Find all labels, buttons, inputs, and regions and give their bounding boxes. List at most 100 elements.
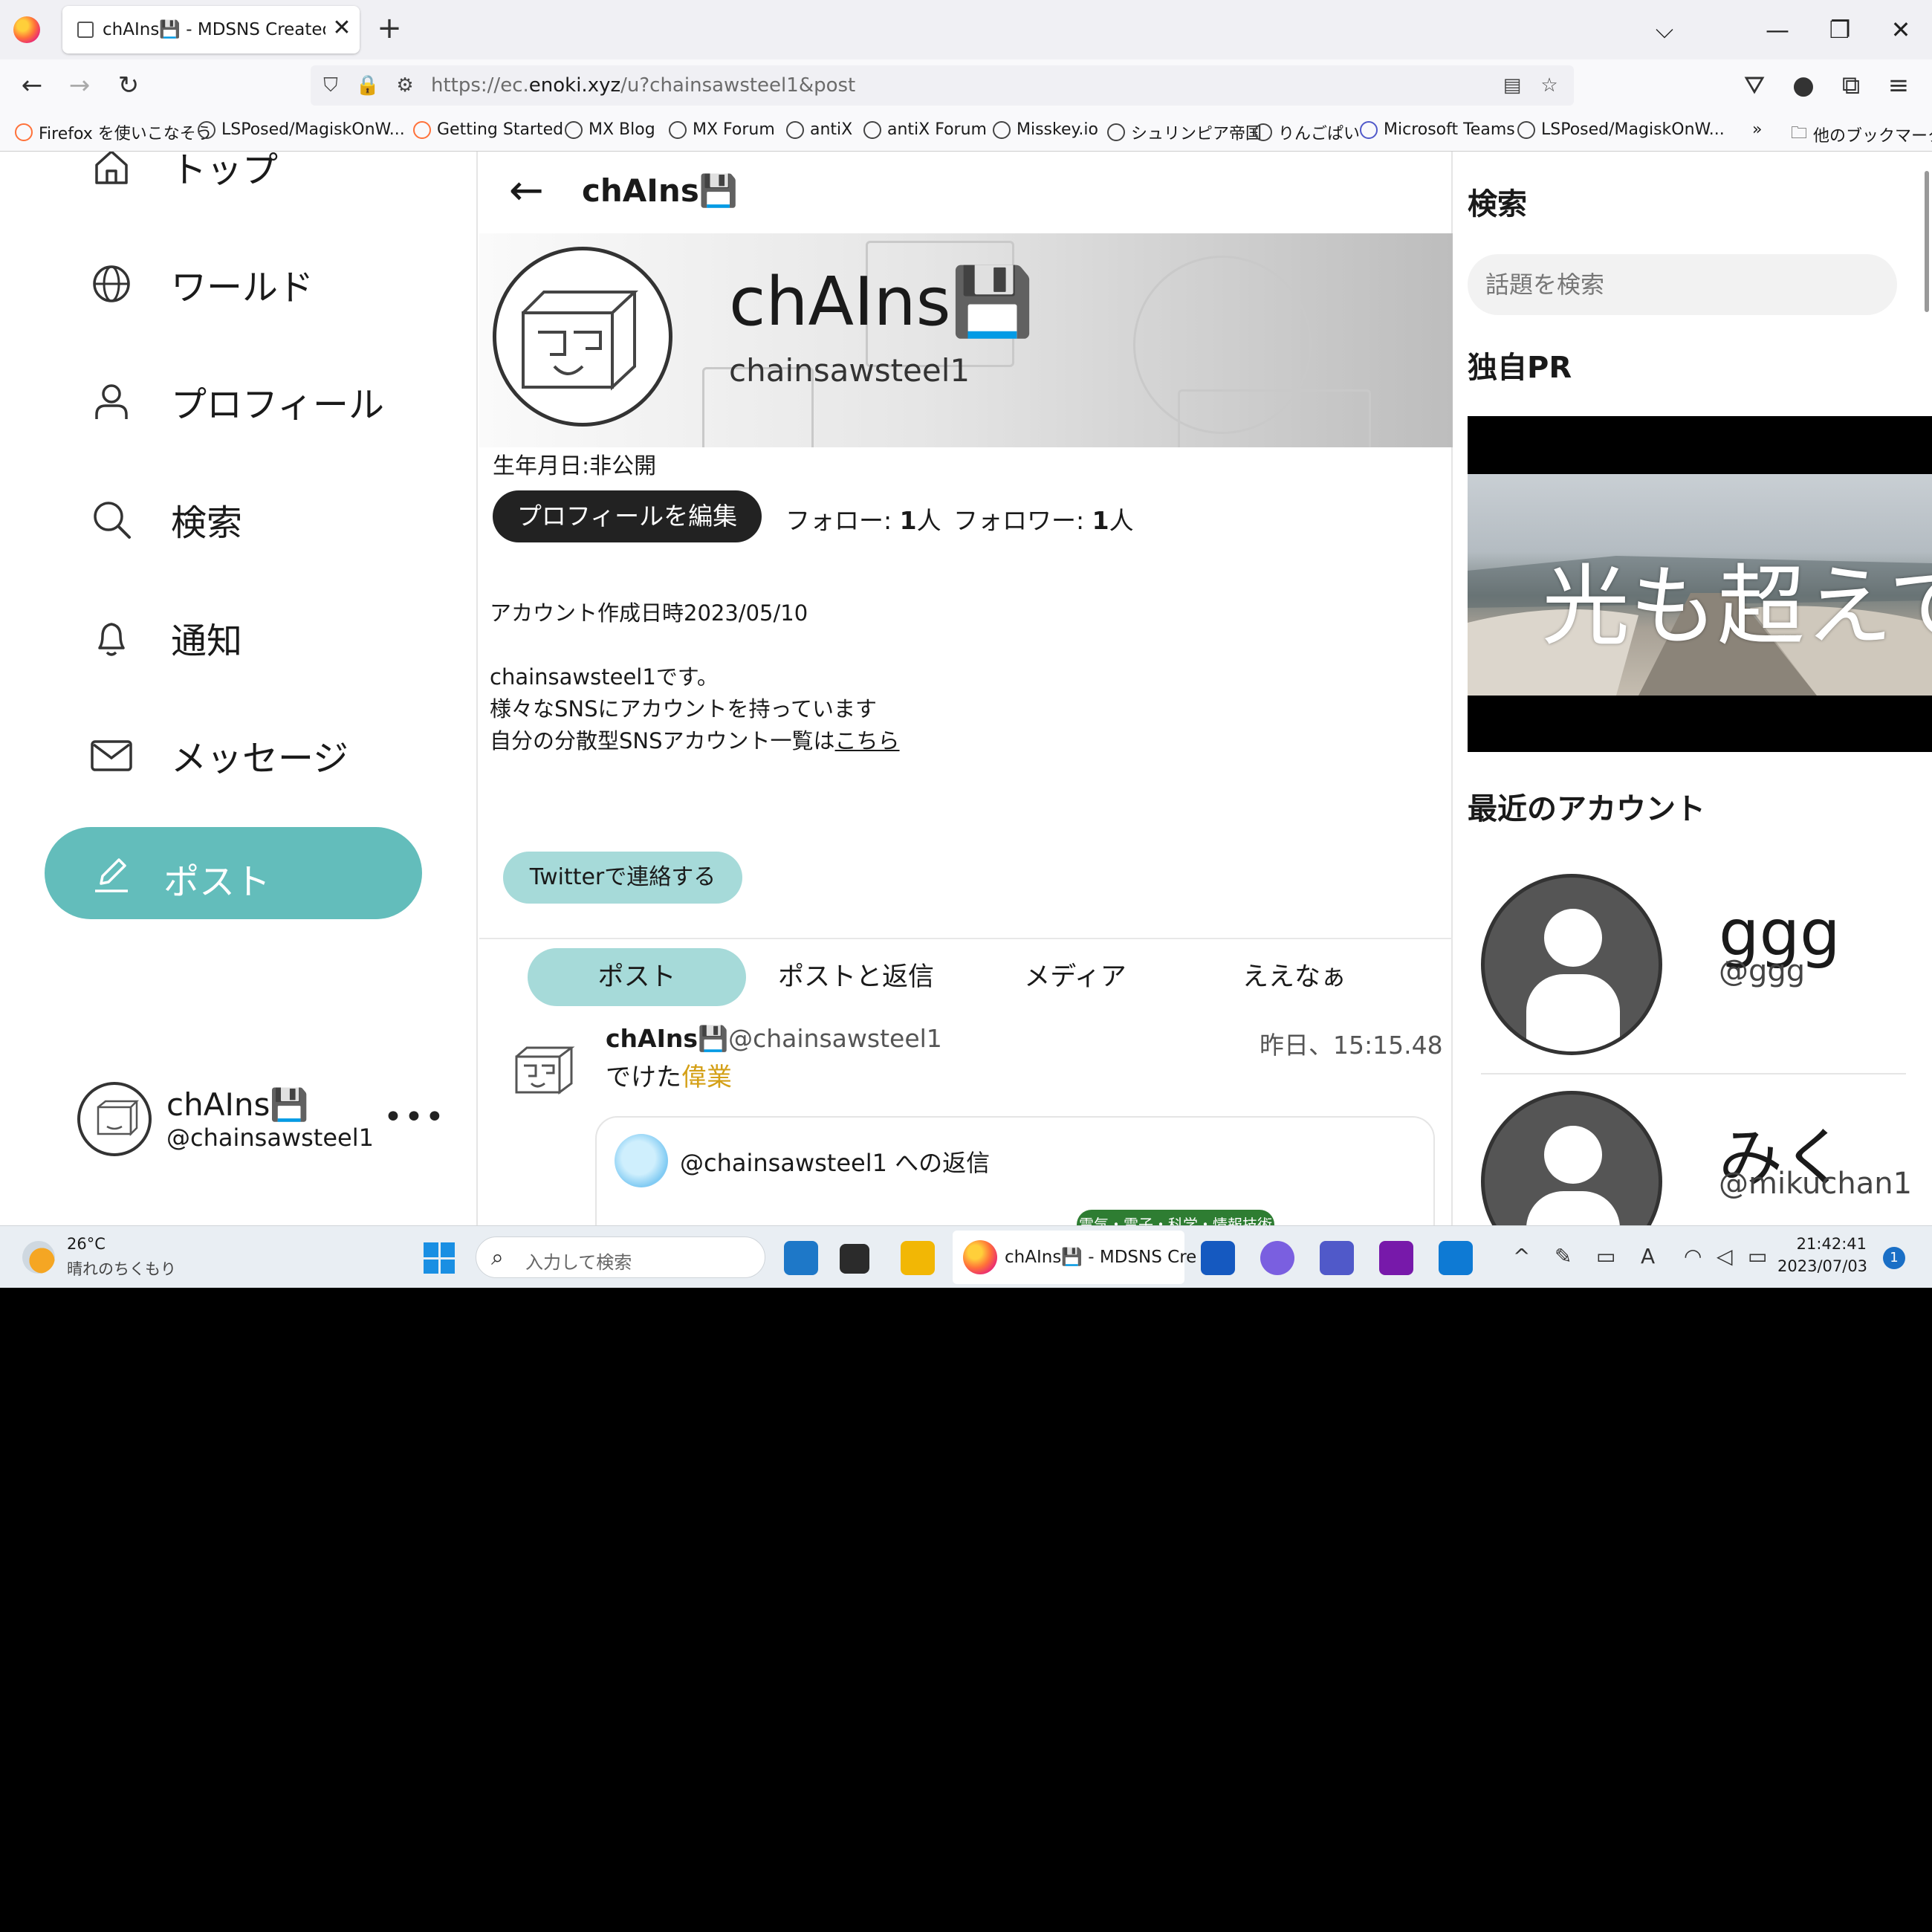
tab-likes[interactable]: ええなぁ — [1185, 948, 1404, 1006]
sidebar-item-notifications[interactable]: 通知 — [88, 608, 242, 667]
globe-icon — [1254, 123, 1272, 141]
sidebar-item-world[interactable]: ワールド — [88, 254, 314, 314]
page-scrollbar[interactable] — [1925, 171, 1929, 312]
clock-time[interactable]: 21:42:41 — [1777, 1235, 1867, 1253]
onenote-icon[interactable] — [1379, 1241, 1413, 1275]
bookmark-item[interactable]: LSPosed/MagiskOnW... — [198, 120, 405, 139]
search-heading: 検索 — [1468, 187, 1527, 221]
other-bookmarks[interactable]: 🗀 他のブックマーク — [1791, 120, 1932, 149]
account-avatar[interactable] — [1481, 874, 1662, 1055]
weather-temperature[interactable]: 26°C — [67, 1235, 106, 1253]
bookmark-item[interactable]: シュリンピア帝国 — [1107, 120, 1262, 144]
reply-to-label: @chainsawsteel1 への返信 — [680, 1149, 991, 1177]
tab-media[interactable]: メディア — [966, 948, 1184, 1006]
bookmark-item[interactable]: Getting Started — [413, 120, 563, 139]
account-avatar[interactable] — [1481, 1091, 1662, 1225]
more-options-icon[interactable]: ••• — [383, 1098, 446, 1136]
pr-video[interactable]: 光も超えて — [1468, 416, 1932, 752]
follower-count[interactable]: フォロワー: 1人 — [953, 501, 1134, 537]
bookmark-item[interactable]: LSPosed/MagiskOnW... — [1517, 120, 1725, 139]
shield-icon[interactable]: ⛉ — [318, 73, 343, 98]
pocket-icon[interactable]: ⛛ — [1737, 68, 1771, 103]
post-button[interactable]: ポスト — [45, 827, 422, 919]
extensions-icon[interactable]: ⧉ — [1834, 68, 1868, 103]
twitter-contact-button[interactable]: Twitterで連絡する — [503, 852, 742, 904]
battery-icon[interactable]: ▭ — [1748, 1244, 1767, 1268]
antix-icon — [786, 120, 804, 139]
lock-icon[interactable]: 🔒 — [355, 73, 380, 98]
bookmark-item[interactable]: Misskey.io — [993, 120, 1098, 139]
bookmark-item[interactable]: MX Blog — [565, 120, 655, 139]
sidebar-item-search[interactable]: 検索 — [88, 490, 242, 549]
sidebar-item-top[interactable]: トップ — [88, 152, 278, 196]
ms-store-icon[interactable] — [1201, 1241, 1235, 1275]
user-icon — [88, 377, 135, 425]
current-user[interactable]: chAIns💾 @chainsawsteel1 ••• — [77, 1082, 444, 1156]
quoted-reply-card[interactable]: @chainsawsteel1 への返信 電気・電子・科学・情報技術 — [595, 1116, 1435, 1225]
bookmark-item[interactable]: りんごぱい — [1254, 120, 1360, 144]
post-author[interactable]: chAIns💾@chainsawsteel1 — [606, 1024, 942, 1054]
post-avatar[interactable] — [506, 1031, 580, 1106]
forward-button[interactable]: → — [62, 68, 97, 103]
ime-icon[interactable]: A — [1641, 1244, 1655, 1268]
account-handle: @mikuchan1 — [1719, 1167, 1913, 1201]
back-button[interactable]: ← — [15, 68, 49, 103]
permissions-icon[interactable]: ⚙ — [392, 73, 418, 98]
wifi-icon[interactable]: ◠ — [1684, 1244, 1702, 1268]
menu-icon[interactable]: ≡ — [1881, 68, 1916, 103]
following-count[interactable]: フォロー: 1人 — [785, 501, 941, 537]
bookmarks-bar: Firefox を使いこなそう LSPosed/MagiskOnW... Get… — [0, 111, 1932, 152]
tab-favicon-icon — [77, 22, 94, 38]
file-explorer-icon[interactable] — [901, 1241, 935, 1275]
tray-overflow-icon[interactable]: ^ — [1513, 1244, 1530, 1268]
topic-search-input[interactable]: 話題を検索 — [1468, 254, 1897, 315]
firefox-logo-icon[interactable] — [13, 16, 40, 43]
default-user-head — [1544, 1126, 1602, 1184]
minimize-button[interactable]: — — [1760, 12, 1795, 48]
notification-badge[interactable]: 1 — [1883, 1247, 1905, 1269]
bio-link[interactable]: こちら — [835, 728, 900, 753]
home-icon — [88, 152, 135, 190]
pen-icon[interactable]: ✎ — [1555, 1244, 1572, 1268]
volume-muted-icon[interactable]: ◁ — [1717, 1244, 1733, 1268]
windows-start-icon[interactable] — [424, 1242, 455, 1274]
url-text[interactable]: https://ec.enoki.xyz/u?chainsawsteel1&po… — [431, 74, 855, 97]
back-arrow-icon[interactable]: ← — [509, 166, 544, 215]
taskbar-window-title: chAIns💾 - MDSNS Cre — [1005, 1248, 1197, 1267]
taskbar-search-input[interactable]: ⌕ 入力して検索 — [476, 1236, 765, 1278]
restore-button[interactable]: ❐ — [1822, 12, 1858, 48]
edge-preview-icon[interactable] — [784, 1241, 818, 1275]
post-timestamp[interactable]: 昨日、15:15.48 — [1260, 1025, 1443, 1061]
tab-close-icon[interactable]: ✕ — [327, 13, 357, 43]
close-window-button[interactable]: ✕ — [1883, 12, 1919, 48]
reader-view-icon[interactable]: ▤ — [1500, 73, 1525, 98]
vscode-icon[interactable] — [1439, 1241, 1473, 1275]
bookmark-item[interactable]: Firefox を使いこなそう — [15, 120, 213, 144]
tab-posts[interactable]: ポスト — [528, 948, 746, 1006]
bookmark-item[interactable]: MX Forum — [669, 120, 775, 139]
bookmark-item[interactable]: antiX — [786, 120, 852, 139]
bookmark-star-icon[interactable]: ☆ — [1537, 73, 1562, 98]
touch-keyboard-icon[interactable]: ▭ — [1596, 1244, 1615, 1268]
url-bar[interactable]: ⛉ 🔒 ⚙ https://ec.enoki.xyz/u?chainsawste… — [311, 65, 1574, 106]
clock-date[interactable]: 2023/07/03 — [1777, 1257, 1867, 1275]
weather-description[interactable]: 晴れのちくもり — [67, 1257, 176, 1280]
profile-avatar[interactable] — [493, 247, 672, 427]
teams-icon[interactable] — [1320, 1241, 1354, 1275]
copilot-icon[interactable] — [1260, 1241, 1294, 1275]
sidebar-item-messages[interactable]: メッセージ — [88, 725, 349, 785]
sidebar-item-profile[interactable]: プロフィール — [88, 372, 384, 431]
browser-tab-active[interactable]: chAIns💾 - MDSNS Created by ✕ — [62, 6, 360, 54]
new-tab-button[interactable]: + — [372, 12, 407, 48]
weather-icon[interactable] — [22, 1241, 55, 1274]
account-icon[interactable]: ● — [1786, 68, 1821, 103]
bookmarks-overflow-icon[interactable]: » — [1752, 120, 1762, 139]
reload-button[interactable]: ↻ — [111, 68, 146, 103]
tab-list-chevron-icon[interactable]: ⌵ — [1647, 12, 1682, 48]
task-view-icon[interactable] — [840, 1244, 869, 1274]
edit-profile-button[interactable]: プロフィールを編集 — [493, 490, 762, 542]
bookmark-item[interactable]: antiX Forum — [863, 120, 987, 139]
tab-posts-and-replies[interactable]: ポストと返信 — [747, 948, 965, 1006]
taskbar-firefox-window[interactable]: chAIns💾 - MDSNS Cre — [953, 1231, 1196, 1284]
bookmark-item[interactable]: Microsoft Teams — [1360, 120, 1515, 139]
